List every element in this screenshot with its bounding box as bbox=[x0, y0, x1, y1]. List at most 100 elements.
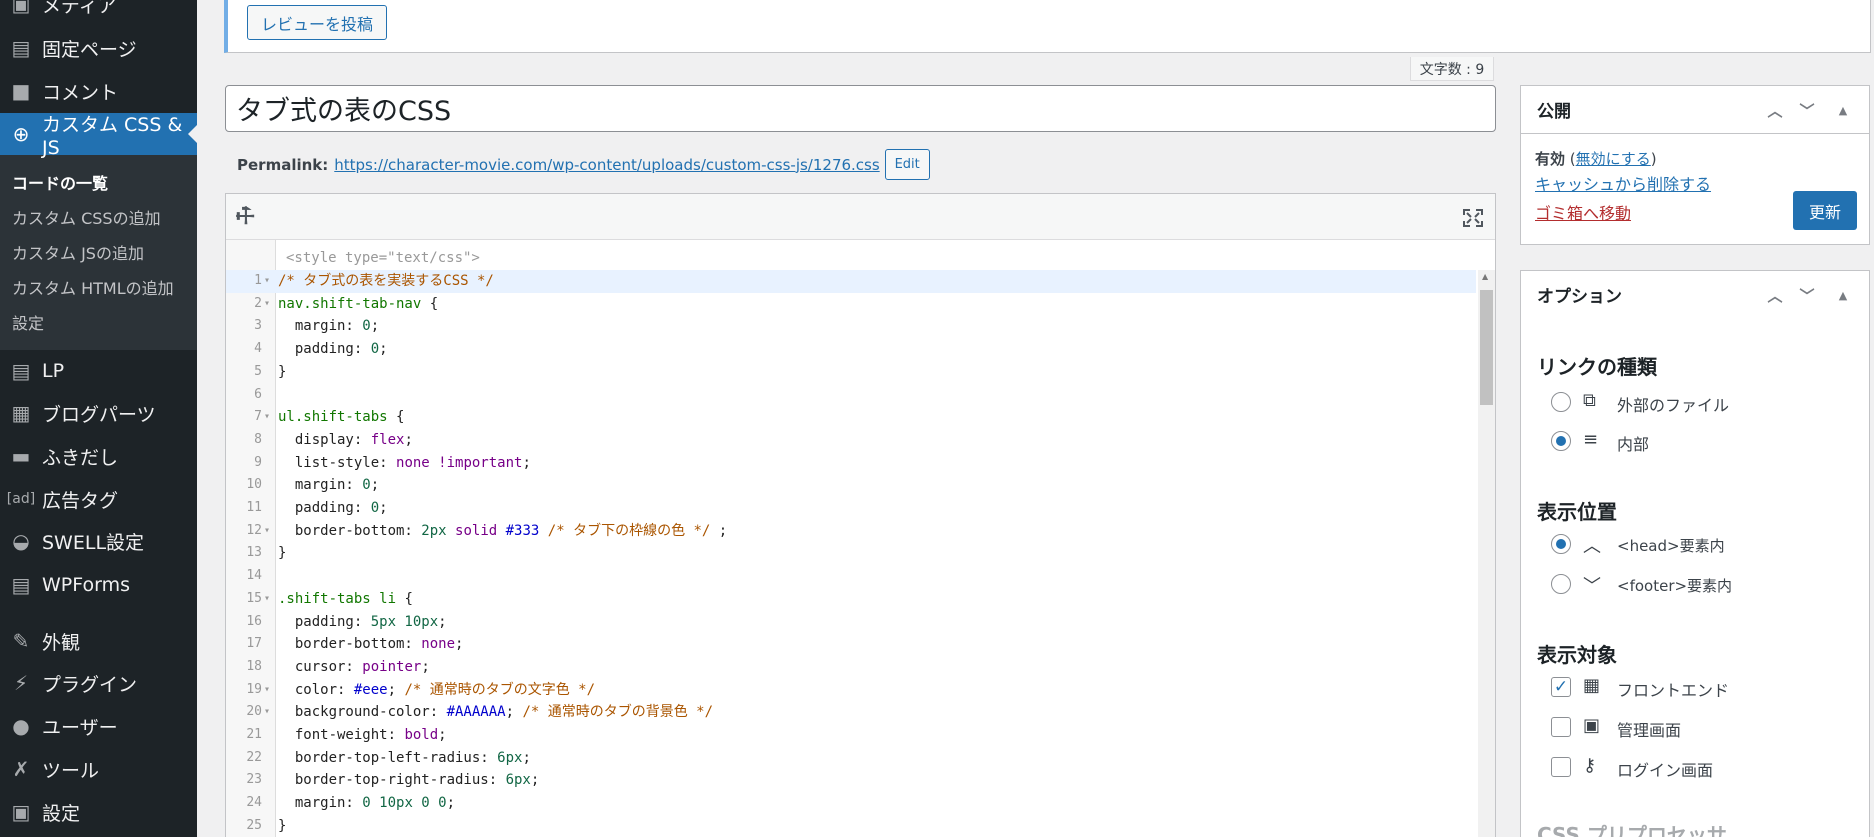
permalink-edit-button[interactable]: Edit bbox=[884, 149, 930, 180]
position-head-label: <head>要素内 bbox=[1617, 537, 1725, 555]
collapse-toggle-icon[interactable]: ▲ bbox=[1829, 96, 1857, 124]
code-file-icon: ⧉ bbox=[1583, 390, 1596, 411]
code-line[interactable]: 18 cursor: pointer; bbox=[226, 656, 1476, 679]
fold-arrow-icon[interactable]: ▾ bbox=[264, 270, 270, 293]
post-review-button[interactable]: レビューを投稿 bbox=[247, 5, 387, 40]
submenu-add-html[interactable]: カスタム HTMLの追加 bbox=[12, 275, 174, 299]
sidebar-item-13[interactable]: ✗ ツール bbox=[0, 748, 197, 790]
submenu-code-list[interactable]: コードの一覧 bbox=[12, 170, 108, 194]
admin-screen-icon: ▣ bbox=[1583, 715, 1601, 736]
sidebar-item-10[interactable]: ✎ 外観 bbox=[0, 620, 197, 662]
sidebar-item-1[interactable]: ▤ 固定ページ bbox=[0, 27, 197, 69]
code-line[interactable]: 2 ▾ nav.shift-tab-nav { bbox=[226, 293, 1476, 316]
code-line[interactable]: 3 margin: 0; bbox=[226, 315, 1476, 338]
position-footer-radio[interactable] bbox=[1551, 574, 1571, 594]
code-line[interactable]: 13} bbox=[226, 542, 1476, 565]
permalink-row: Permalink: https://character-movie.com/w… bbox=[237, 149, 930, 180]
code-line[interactable]: 24 margin: 0 10px 0 0; bbox=[226, 792, 1476, 815]
code-line[interactable]: 1 ▾ /* タブ式の表を実装するCSS */ bbox=[226, 270, 1476, 293]
sidebar-item-7[interactable]: [ad] 広告タグ bbox=[0, 478, 197, 520]
sidebar-item-9[interactable]: ▤ WPForms bbox=[0, 564, 197, 606]
move-down-icon[interactable]: ﹀ bbox=[1793, 281, 1821, 309]
fold-arrow-icon[interactable]: ▾ bbox=[264, 520, 270, 543]
sidebar-item-8[interactable]: ◒ SWELL設定 bbox=[0, 520, 197, 562]
sidebar-item-12[interactable]: ● ユーザー bbox=[0, 705, 197, 747]
code-area[interactable]: <style type="text/css"> 1 ▾/* タブ式の表を実装するC… bbox=[226, 240, 1495, 837]
submenu-add-js[interactable]: カスタム JSの追加 bbox=[12, 240, 144, 264]
code-line[interactable]: 25} bbox=[226, 815, 1476, 837]
fold-arrow-icon[interactable]: ▾ bbox=[264, 701, 270, 724]
code-line[interactable]: 15 ▾ .shift-tabs li { bbox=[226, 588, 1476, 611]
code-line[interactable]: 20 ▾ background-color: #AAAAAA; /* 通常時のタブ… bbox=[226, 701, 1476, 724]
fold-arrow-icon[interactable]: ▾ bbox=[264, 588, 270, 611]
code-content: } bbox=[278, 363, 287, 380]
move-up-icon[interactable]: ︿ bbox=[1761, 281, 1789, 309]
code-content: margin: 0 10px 0 0; bbox=[278, 795, 456, 812]
move-down-icon[interactable]: ﹀ bbox=[1793, 96, 1821, 124]
code-line[interactable]: 19 ▾ color: #eee; /* 通常時のタブの文字色 */ bbox=[226, 679, 1476, 702]
line-number: 17 bbox=[246, 636, 262, 652]
code-line[interactable]: 17 border-bottom: none; bbox=[226, 633, 1476, 656]
permalink-label: Permalink: bbox=[237, 155, 329, 174]
code-line[interactable]: 8 display: flex; bbox=[226, 429, 1476, 452]
clear-cache-link[interactable]: キャッシュから削除する bbox=[1535, 171, 1711, 195]
sidebar-item-4[interactable]: ▤ LP bbox=[0, 350, 197, 392]
sidebar-item-5[interactable]: ▦ ブログパーツ bbox=[0, 392, 197, 434]
sidebar-item-14[interactable]: ▣ 設定 bbox=[0, 791, 197, 833]
code-line[interactable]: 5} bbox=[226, 361, 1476, 384]
code-line[interactable]: 11 padding: 0; bbox=[226, 497, 1476, 520]
scroll-thumb[interactable] bbox=[1480, 290, 1493, 405]
line-number: 1 bbox=[254, 273, 262, 288]
link-external-radio[interactable] bbox=[1551, 392, 1571, 412]
target-frontend-checkbox[interactable]: ✓ bbox=[1551, 677, 1571, 697]
code-line[interactable]: 22 border-top-left-radius: 6px; bbox=[226, 747, 1476, 770]
code-content: display: flex; bbox=[278, 431, 413, 448]
line-number: 8 bbox=[254, 431, 262, 447]
line-number: 9 bbox=[254, 454, 262, 470]
position-head-radio[interactable] bbox=[1551, 534, 1571, 554]
code-line[interactable]: 4 padding: 0; bbox=[226, 338, 1476, 361]
hammer-icon[interactable]: ⚒ bbox=[230, 201, 262, 233]
permalink-url[interactable]: https://character-movie.com/wp-content/u… bbox=[334, 156, 879, 174]
code-line[interactable]: 14 bbox=[226, 565, 1476, 588]
code-line[interactable]: 7 ▾ ul.shift-tabs { bbox=[226, 406, 1476, 429]
fullscreen-icon[interactable] bbox=[1463, 209, 1483, 227]
code-line[interactable]: 9 list-style: none !important; bbox=[226, 452, 1476, 475]
editor-scrollbar[interactable]: ▲ bbox=[1478, 270, 1495, 837]
code-line[interactable]: 10 margin: 0; bbox=[226, 474, 1476, 497]
code-line[interactable]: 16 padding: 5px 10px; bbox=[226, 611, 1476, 634]
update-button[interactable]: 更新 bbox=[1793, 191, 1857, 230]
submenu-settings[interactable]: 設定 bbox=[12, 310, 44, 334]
disable-link[interactable]: 無効にする bbox=[1576, 150, 1651, 168]
line-number: 20 bbox=[246, 704, 262, 720]
collapse-toggle-icon[interactable]: ▲ bbox=[1829, 281, 1857, 309]
sidebar-item-label: メディア bbox=[42, 0, 117, 17]
plugin-icon: ⚡ bbox=[13, 671, 29, 695]
sidebar-item-0[interactable]: ▣ メディア bbox=[0, 0, 197, 25]
scroll-up-arrow-icon[interactable]: ▲ bbox=[1482, 272, 1488, 281]
line-number: 5 bbox=[254, 363, 262, 379]
line-number: 12 bbox=[246, 522, 262, 538]
code-line[interactable]: 6 bbox=[226, 384, 1476, 407]
code-content: font-weight: bold; bbox=[278, 727, 447, 743]
target-admin-checkbox[interactable] bbox=[1551, 717, 1571, 737]
code-title-input[interactable]: タブ式の表のCSS bbox=[225, 85, 1496, 132]
move-up-icon[interactable]: ︿ bbox=[1761, 96, 1789, 124]
code-line[interactable]: 23 border-top-right-radius: 6px; bbox=[226, 769, 1476, 792]
target-login-checkbox[interactable] bbox=[1551, 757, 1571, 777]
link-internal-radio[interactable] bbox=[1551, 431, 1571, 451]
sidebar-item-3[interactable]: ⊕ カスタム CSS & JS bbox=[0, 113, 197, 159]
line-number: 24 bbox=[246, 795, 262, 811]
settings-icon: ▣ bbox=[11, 800, 31, 824]
sidebar-item-11[interactable]: ⚡ プラグイン bbox=[0, 662, 197, 704]
fold-arrow-icon[interactable]: ▾ bbox=[264, 406, 270, 429]
submenu-add-css[interactable]: カスタム CSSの追加 bbox=[12, 205, 161, 229]
code-line[interactable]: 21 font-weight: bold; bbox=[226, 724, 1476, 747]
fold-arrow-icon[interactable]: ▾ bbox=[264, 679, 270, 702]
fold-arrow-icon[interactable]: ▾ bbox=[264, 293, 270, 316]
code-content: list-style: none !important; bbox=[278, 454, 531, 471]
sidebar-item-2[interactable]: ■ コメント bbox=[0, 70, 197, 112]
sidebar-item-6[interactable]: ▬ ふきだし bbox=[0, 435, 197, 477]
move-to-trash-link[interactable]: ゴミ箱へ移動 bbox=[1535, 200, 1631, 224]
code-line[interactable]: 12 ▾ border-bottom: 2px solid #333 /* タブ下… bbox=[226, 520, 1476, 543]
